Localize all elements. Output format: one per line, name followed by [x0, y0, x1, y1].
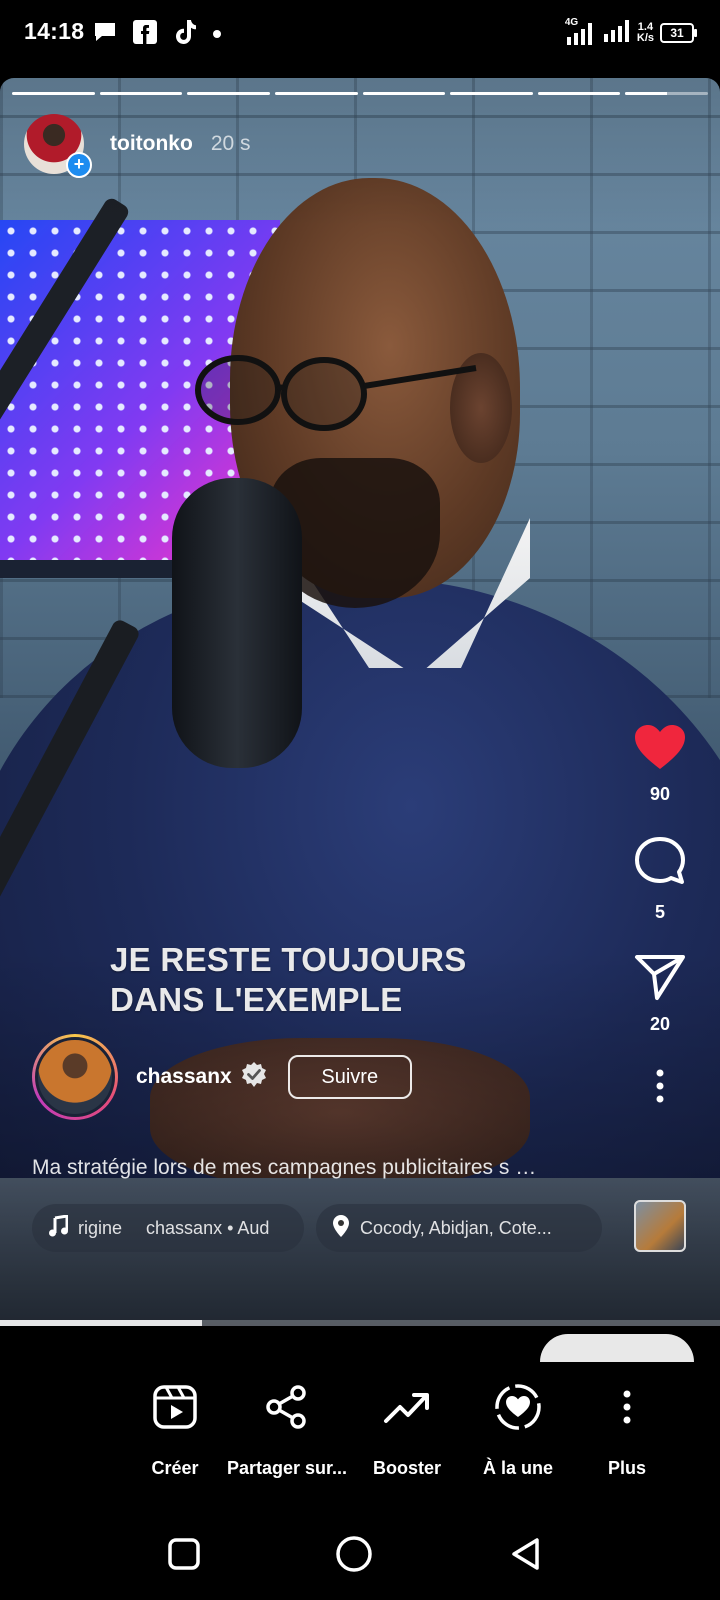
location-pin-icon	[332, 1214, 350, 1243]
status-indicators: 4G 1.4 K/s 31	[565, 16, 697, 49]
reel-info-chips: rigine chassanx • Aud Cocody, Abidjan, C…	[32, 1204, 602, 1252]
story-progress-fill	[362, 92, 446, 95]
story-progress-fill	[12, 92, 95, 95]
shares-count[interactable]: 20	[650, 1014, 670, 1035]
reel-play-icon	[110, 1382, 240, 1432]
circle-icon	[336, 1536, 372, 1572]
network-speed: 1.4 K/s	[636, 20, 654, 44]
recent-apps-button[interactable]	[164, 1534, 204, 1574]
story-shade-overlay	[0, 78, 720, 1326]
audio-chip[interactable]: rigine chassanx • Aud	[32, 1204, 304, 1252]
more-label: Plus	[607, 1458, 646, 1478]
story-progress-fill	[537, 92, 621, 95]
back-button[interactable]	[506, 1534, 546, 1574]
reel-author-row: chassanx Suivre	[32, 1034, 412, 1120]
battery-icon: 31	[660, 22, 697, 43]
dot-icon	[212, 26, 222, 44]
video-progress-fill	[0, 1320, 202, 1326]
home-button[interactable]	[334, 1534, 374, 1574]
signal-icon	[603, 16, 631, 49]
speed-unit: K/s	[636, 31, 654, 44]
story-progress-segment	[537, 92, 621, 95]
facebook-icon	[132, 19, 158, 50]
story-progress-bars	[12, 92, 708, 95]
story-progress-fill	[99, 92, 183, 95]
add-story-icon[interactable]: +	[66, 152, 92, 178]
poster-avatar-image	[35, 1037, 115, 1117]
share-to-label: Partager sur...	[226, 1458, 348, 1478]
video-progress-bar[interactable]	[0, 1320, 720, 1326]
story-progress-segment	[625, 92, 708, 95]
story-progress-fill	[625, 92, 667, 95]
caption-line-1: JE RESTE TOUJOURS	[110, 941, 467, 978]
more-button[interactable]: Plus	[562, 1382, 692, 1479]
create-button[interactable]: Créer	[110, 1382, 240, 1479]
story-progress-segment	[450, 92, 533, 95]
status-time: 14:18	[24, 18, 85, 44]
story-progress-segment	[99, 92, 183, 95]
story-author[interactable]: + toitonko 20 s	[24, 114, 251, 178]
signal-4g-icon: 4G	[565, 17, 597, 47]
reel-actions-rail: 90 5 20	[632, 723, 688, 1108]
story-owner-actions: Créer Partager sur... Booster À la une P…	[150, 1382, 710, 1502]
poster-avatar[interactable]	[32, 1034, 118, 1120]
audio-text-1: rigine	[78, 1217, 123, 1238]
heart-icon[interactable]	[633, 723, 687, 776]
story-progress-segment	[187, 92, 270, 95]
story-progress-segment	[12, 92, 95, 95]
video-caption-overlay: JE RESTE TOUJOURS DANS L'EXEMPLE	[110, 940, 467, 1020]
more-vertical-icon[interactable]	[655, 1069, 665, 1108]
message-bubble-icon	[92, 20, 118, 49]
share-icon	[222, 1382, 352, 1432]
story-progress-fill	[187, 92, 270, 95]
send-icon[interactable]	[634, 953, 686, 1006]
music-note-icon	[48, 1213, 69, 1242]
sheet-handle[interactable]	[540, 1334, 694, 1362]
audio-thumbnail[interactable]	[634, 1200, 686, 1252]
follow-button[interactable]: Suivre	[287, 1055, 412, 1099]
story-time: 20 s	[210, 132, 251, 155]
story-progress-fill	[450, 92, 533, 95]
square-icon	[168, 1538, 200, 1570]
notification-icons	[92, 18, 222, 51]
status-bar: 14:18 4G 1.4 K/s 31	[0, 0, 720, 78]
share-to-button[interactable]: Partager sur...	[222, 1382, 352, 1479]
location-text: Cocody, Abidjan, Cote...	[360, 1217, 552, 1238]
comments-count[interactable]: 5	[655, 902, 665, 923]
tiktok-icon	[172, 18, 198, 51]
comment-icon[interactable]	[633, 835, 687, 894]
system-navigation-bar	[0, 1504, 720, 1600]
back-triangle-icon	[512, 1538, 539, 1570]
story-progress-fill	[274, 92, 358, 95]
verified-badge-icon	[240, 1061, 268, 1094]
likes-count[interactable]: 90	[650, 784, 670, 805]
caption-line-2: DANS L'EXEMPLE	[110, 981, 403, 1018]
reel-description[interactable]: Ma stratégie lors de mes campagnes publi…	[32, 1156, 622, 1180]
story-progress-segment	[362, 92, 446, 95]
story-progress-segment	[274, 92, 358, 95]
more-vertical-icon	[562, 1382, 692, 1432]
battery-level: 31	[670, 25, 684, 40]
create-label: Créer	[151, 1458, 199, 1478]
story-view[interactable]: + toitonko 20 s JE RESTE TOUJOURS DANS L…	[0, 78, 720, 1326]
author-avatar[interactable]: +	[24, 114, 92, 178]
author-name[interactable]: toitonko	[110, 132, 193, 156]
poster-name[interactable]: chassanx	[136, 1065, 232, 1089]
location-chip[interactable]: Cocody, Abidjan, Cote...	[316, 1204, 602, 1252]
speed-value: 1.4	[637, 20, 654, 33]
audio-text-2: chassanx • Aud	[146, 1217, 270, 1238]
